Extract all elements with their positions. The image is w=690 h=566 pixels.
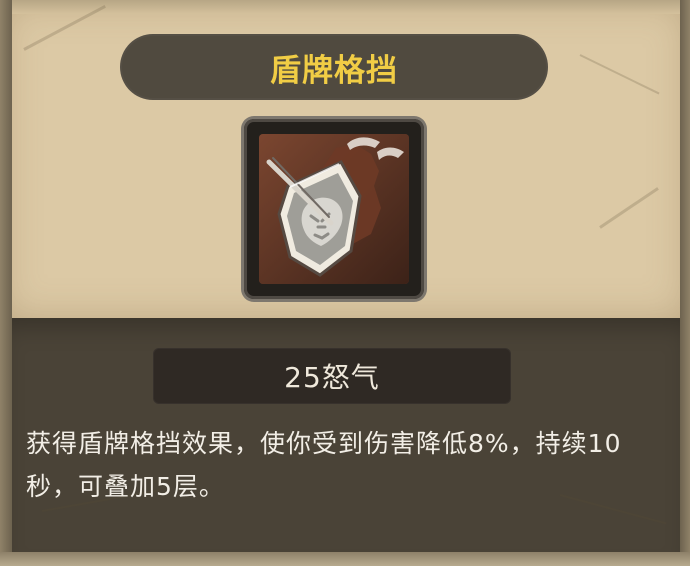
skill-description: 获得盾牌格挡效果，使你受到伤害降低8%，持续10秒，可叠加5层。 bbox=[26, 429, 622, 501]
shield-block-icon bbox=[259, 134, 409, 284]
skill-icon-frame bbox=[244, 119, 424, 299]
frame-left-border bbox=[0, 0, 12, 566]
skill-tooltip-panel: 盾牌格挡 25怒气 获得盾牌格挡效果，使你受到伤害降低8%，持续10秒，可叠加5… bbox=[0, 0, 690, 566]
skill-title: 盾牌格挡 bbox=[270, 52, 398, 89]
skill-cost-bar: 25怒气 bbox=[153, 348, 511, 404]
skill-cost: 25怒气 bbox=[284, 361, 380, 394]
frame-right-border bbox=[680, 0, 690, 566]
skill-title-bar: 盾牌格挡 bbox=[120, 34, 548, 100]
frame-bottom-border bbox=[0, 552, 690, 566]
